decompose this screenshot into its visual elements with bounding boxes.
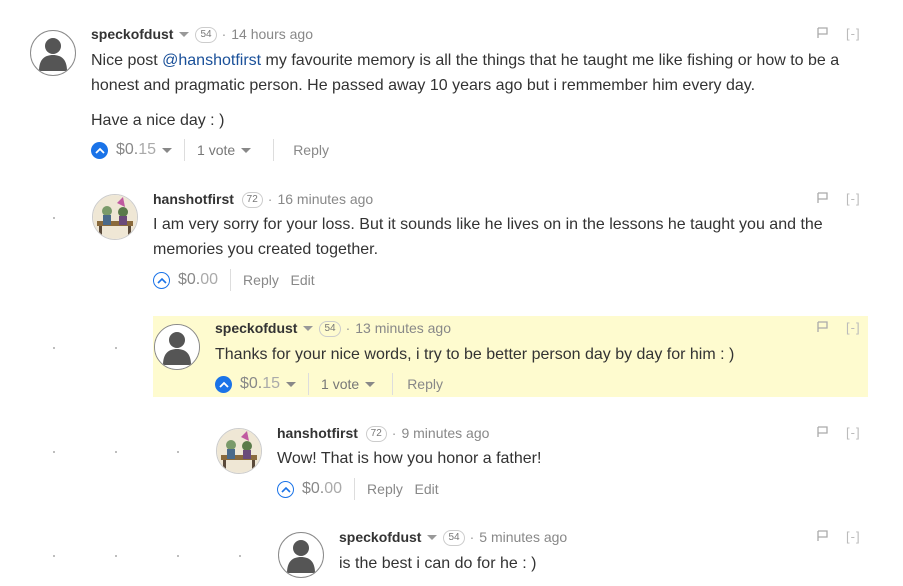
collapse-button[interactable]: [-]	[846, 320, 861, 335]
caret-down-icon[interactable]	[286, 381, 297, 387]
payout-value[interactable]: $0.00	[178, 269, 218, 291]
avatar[interactable]	[154, 324, 200, 370]
collapse-button[interactable]: [-]	[846, 529, 861, 544]
thread-dot	[53, 555, 55, 557]
hanshotfirst-avatar-icon	[217, 429, 261, 473]
thread-dot	[239, 555, 241, 557]
upvote-icon	[94, 147, 105, 154]
comment-header: speckofdust 54 · 13 minutes ago	[215, 320, 451, 338]
upvote-button[interactable]	[153, 271, 170, 289]
timestamp[interactable]: 5 minutes ago	[479, 529, 567, 545]
collapse-button[interactable]: [-]	[846, 425, 861, 440]
upvote-icon	[156, 277, 167, 284]
avatar[interactable]	[92, 194, 138, 240]
comment-footer: $0.00 Reply Edit	[153, 269, 315, 291]
thread-dot	[177, 451, 179, 453]
reputation-badge: 54	[319, 321, 341, 338]
collapse-button[interactable]: [-]	[846, 26, 861, 41]
caret-down-icon[interactable]	[365, 381, 376, 387]
divider	[354, 478, 356, 500]
comment-tools: [-]	[817, 25, 861, 44]
thread-dot	[53, 347, 55, 349]
comment-footer: $0.00 Reply Edit	[277, 478, 439, 500]
flag-icon[interactable]	[817, 26, 828, 44]
comment-tools: [-]	[817, 528, 861, 547]
caret-down-icon[interactable]	[241, 147, 252, 153]
comment-footer: $0.15 1 vote Reply	[91, 139, 329, 161]
flag-icon[interactable]	[817, 425, 828, 443]
divider	[184, 139, 186, 161]
user-mention-link[interactable]: @hanshotfirst	[162, 52, 261, 69]
flag-icon[interactable]	[817, 191, 828, 209]
upvote-button[interactable]	[215, 375, 232, 393]
caret-down-icon[interactable]	[303, 325, 314, 331]
hanshotfirst-avatar-icon	[93, 195, 137, 239]
avatar[interactable]	[278, 532, 324, 578]
comment-tools: [-]	[817, 424, 861, 443]
divider	[230, 269, 232, 291]
comment-body: is the best i can do for he : )	[339, 555, 537, 572]
flag-icon[interactable]	[817, 320, 828, 338]
caret-down-icon[interactable]	[179, 31, 190, 37]
divider	[273, 139, 275, 161]
comment-header: hanshotfirst 72 · 9 minutes ago	[277, 425, 490, 443]
reply-link[interactable]: Reply	[407, 373, 443, 395]
votes-count[interactable]: 1 vote	[321, 373, 359, 395]
comment-header: speckofdust 54 · 5 minutes ago	[339, 529, 568, 547]
thread-dot	[115, 555, 117, 557]
user-placeholder-icon	[39, 38, 67, 71]
timestamp[interactable]: 13 minutes ago	[355, 320, 451, 336]
edit-link[interactable]: Edit	[415, 478, 439, 500]
payout-value[interactable]: $0.15	[240, 373, 280, 395]
comment-header: speckofdust 54 · 14 hours ago	[91, 26, 313, 44]
reputation-badge: 72	[365, 426, 387, 443]
comment-tools: [-]	[817, 319, 861, 338]
timestamp[interactable]: 9 minutes ago	[401, 425, 489, 441]
reply-link[interactable]: Reply	[243, 269, 279, 291]
comment-tools: [-]	[817, 190, 861, 209]
comment-body: I am very sorry for your loss. But it so…	[153, 216, 823, 258]
thread-dot	[53, 451, 55, 453]
thread-dot	[115, 347, 117, 349]
timestamp[interactable]: 14 hours ago	[231, 26, 313, 42]
comment-body: Wow! That is how you honor a father!	[277, 450, 542, 467]
user-placeholder-icon	[155, 325, 199, 369]
comment-footer: $0.15 1 vote Reply	[215, 373, 443, 395]
comment-header: hanshotfirst 72 · 16 minutes ago	[153, 191, 374, 209]
upvote-icon	[218, 381, 229, 388]
author-name[interactable]: hanshotfirst	[153, 191, 234, 207]
upvote-button[interactable]	[277, 480, 294, 498]
reply-link[interactable]: Reply	[367, 478, 403, 500]
author-name[interactable]: speckofdust	[215, 320, 297, 336]
reputation-badge: 72	[241, 192, 263, 209]
upvote-icon	[280, 486, 291, 493]
divider	[392, 373, 394, 395]
upvote-button[interactable]	[91, 141, 108, 159]
divider	[308, 373, 310, 395]
edit-link[interactable]: Edit	[291, 269, 315, 291]
comment-body: Nice post @hanshotfirst my favourite mem…	[91, 52, 840, 129]
caret-down-icon[interactable]	[162, 147, 173, 153]
payout-value[interactable]: $0.00	[302, 478, 342, 500]
reply-link[interactable]: Reply	[293, 139, 329, 161]
comment-body: Thanks for your nice words, i try to be …	[215, 346, 735, 363]
avatar[interactable]	[30, 30, 76, 76]
user-placeholder-icon	[287, 540, 315, 573]
reputation-badge: 54	[195, 27, 217, 44]
author-name[interactable]: hanshotfirst	[277, 425, 358, 441]
votes-count[interactable]: 1 vote	[197, 139, 235, 161]
thread-dot	[115, 451, 117, 453]
reputation-badge: 54	[443, 530, 465, 547]
thread-dot	[53, 217, 55, 219]
flag-icon[interactable]	[817, 529, 828, 547]
thread-dot	[177, 555, 179, 557]
author-name[interactable]: speckofdust	[91, 26, 173, 42]
payout-value[interactable]: $0.15	[116, 139, 156, 161]
author-name[interactable]: speckofdust	[339, 529, 421, 545]
collapse-button[interactable]: [-]	[846, 191, 861, 206]
avatar[interactable]	[216, 428, 262, 474]
caret-down-icon[interactable]	[427, 534, 438, 540]
timestamp[interactable]: 16 minutes ago	[277, 191, 373, 207]
